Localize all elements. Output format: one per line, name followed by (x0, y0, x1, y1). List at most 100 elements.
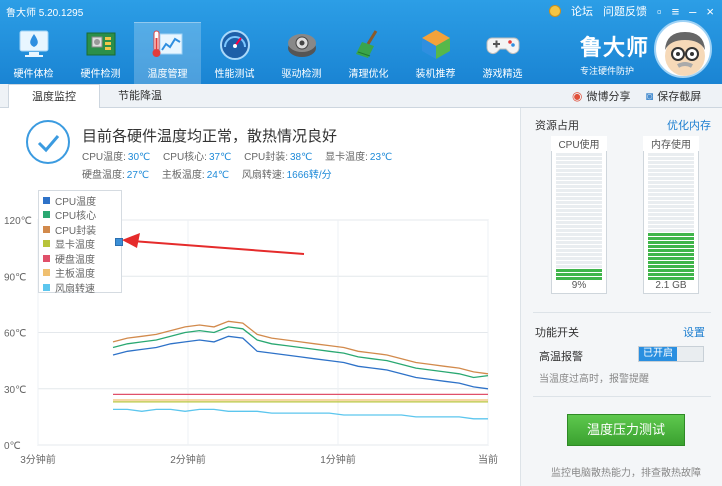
cpu-gauge-segment (556, 169, 602, 172)
main-nav: 硬件体检 硬件检测 温度管理 性能测试 驱动检测 清理优化 装机推荐 游戏精选 (0, 22, 536, 84)
legend-cpu-core[interactable]: CPU核心 (43, 208, 117, 222)
nav-temperature-management[interactable]: 温度管理 (134, 22, 201, 84)
app-title: 鲁大师 5.20.1295 (6, 8, 84, 19)
cpu-gauge-segment (556, 273, 602, 276)
legend-swatch (43, 196, 50, 204)
y-tick-label: 120℃ (4, 216, 32, 227)
divider (533, 312, 711, 313)
high-temp-alarm-toggle[interactable]: 已开启 (638, 346, 704, 362)
cpu-gauge-segment (556, 193, 602, 196)
medal-icon[interactable] (548, 5, 561, 17)
legend-cpu-package[interactable]: CPU封装 (43, 222, 117, 237)
cpu-gauge-segment (556, 221, 602, 224)
memory-gauge-segment (648, 225, 694, 228)
temperature-stress-test-button[interactable]: 温度压力测试 (567, 414, 685, 446)
mascot-avatar[interactable] (654, 20, 712, 78)
stats-row-1: CPU温度: 30℃ CPU核心: 37℃ CPU封装: 38℃ 显卡温度: 23℃ (82, 152, 393, 163)
x-tick-label: 2分钟前 (170, 453, 206, 466)
cpu-gauge-segment (556, 177, 602, 180)
red-arrow-annotation (122, 233, 305, 255)
speedometer-icon (216, 26, 254, 62)
tab-bar: 温度监控 节能降温 ◉ 微博分享 ◙ 保存截屏 (0, 84, 722, 109)
cpu-temp-value: 30℃ (127, 152, 151, 163)
memory-gauge-segment (648, 205, 694, 208)
menu-icon[interactable]: ≡ (672, 5, 680, 18)
memory-gauge-segment (648, 257, 694, 260)
x-tick-label: 3分钟前 (20, 453, 56, 466)
x-tick-label: 1分钟前 (320, 453, 356, 466)
nav-game-picks[interactable]: 游戏精选 (469, 22, 536, 84)
brand: 鲁大师 专注硬件防护 (580, 30, 649, 77)
memory-gauge-segment (648, 241, 694, 244)
memory-gauge-segment (648, 245, 694, 248)
forum-link[interactable]: 论坛 (571, 3, 593, 19)
driver-gear-icon (283, 26, 321, 62)
memory-gauge-segment (648, 173, 694, 176)
legend-board-temp[interactable]: 主板温度 (43, 266, 117, 280)
memory-gauge-segment (648, 253, 694, 256)
status-message: 目前各硬件温度均正常，散热情况良好 (82, 128, 338, 145)
cpu-package-value: 38℃ (290, 152, 313, 163)
cpu-gauge-segment (556, 265, 602, 268)
memory-gauge-segment (648, 165, 694, 168)
weibo-share-button[interactable]: ◉ 微博分享 (572, 88, 630, 104)
toggle-on-state: 已开启 (639, 347, 677, 361)
resource-usage-title: 资源占用 (535, 120, 579, 132)
memory-gauge-segment (648, 193, 694, 196)
close-icon[interactable]: × (706, 5, 714, 18)
alarm-note: 当温度过高时，报警提醒 (539, 374, 649, 385)
legend-fan-speed[interactable]: 风扇转速 (43, 280, 117, 295)
memory-gauge-segment (648, 177, 694, 180)
broom-icon (350, 26, 388, 62)
high-temp-alarm-label: 高温报警 (539, 351, 583, 363)
cpu-gauge-segment (556, 229, 602, 232)
legend-cpu-temp[interactable]: CPU温度 (43, 193, 117, 208)
legend-swatch (43, 225, 50, 233)
stress-test-note: 监控电脑散热能力，排查散热故障 (551, 468, 701, 479)
legend-swatch (43, 269, 50, 277)
memory-gauge-segment (648, 157, 694, 160)
circuit-board-icon (82, 26, 120, 62)
cpu-gauge-segment (556, 205, 602, 208)
cpu-gauge-segment (556, 201, 602, 204)
temperature-monitor-panel: 目前各硬件温度均正常，散热情况良好 CPU温度: 30℃ CPU核心: 37℃ CP… (0, 108, 520, 486)
memory-usage-value: 2.1 GB (655, 280, 687, 291)
cpu-gauge-segment (556, 237, 602, 240)
nav-hardware-detect[interactable]: 硬件检测 (67, 22, 134, 84)
tab-power-saving[interactable]: 节能降温 (100, 84, 180, 108)
memory-gauge-segment (648, 249, 694, 252)
window-links: 论坛 问题反馈 ▫ ≡ – × (548, 3, 714, 19)
memory-gauge-segment (648, 261, 694, 264)
cpu-gauge-segment (556, 161, 602, 164)
legend-swatch (43, 211, 50, 219)
nav-hardware-checkup[interactable]: 硬件体检 (0, 22, 67, 84)
gamepad-icon (484, 26, 522, 62)
minimize-icon[interactable]: – (689, 5, 696, 18)
weibo-icon: ◉ (572, 89, 583, 103)
cpu-gauge-segment (556, 257, 602, 260)
cpu-usage-value: 9% (571, 280, 587, 291)
nav-performance-test[interactable]: 性能测试 (201, 22, 268, 84)
nav-cleanup-optimize[interactable]: 清理优化 (335, 22, 402, 84)
legend-disk-temp[interactable]: 硬盘温度 (43, 251, 117, 266)
legend-gpu-temp[interactable]: 显卡温度 (43, 237, 117, 251)
cpu-usage-bars (556, 153, 602, 280)
nav-build-recommend[interactable]: 装机推荐 (402, 22, 469, 84)
tab-temp-monitor[interactable]: 温度监控 (8, 84, 100, 109)
cpu-gauge-segment (556, 157, 602, 160)
settings-link[interactable]: 设置 (683, 324, 705, 340)
nav-driver-detect[interactable]: 驱动检测 (268, 22, 335, 84)
memory-gauge-segment (648, 269, 694, 272)
save-screenshot-button[interactable]: ◙ 保存截屏 (646, 88, 701, 104)
camera-icon: ◙ (646, 89, 654, 103)
cpu-gauge-segment (556, 213, 602, 216)
memory-usage-gauge (643, 138, 699, 294)
feedback-link[interactable]: 问题反馈 (603, 3, 647, 19)
cpu-core-value: 37℃ (208, 152, 232, 163)
y-tick-label: 60℃ (4, 329, 26, 340)
cpu-gauge-segment (556, 189, 602, 192)
brand-tagline: 专注硬件防护 (580, 66, 635, 76)
optimize-memory-link[interactable]: 优化内存 (667, 117, 711, 133)
cpu-gauge-segment (556, 225, 602, 228)
skin-icon[interactable]: ▫ (657, 5, 662, 18)
